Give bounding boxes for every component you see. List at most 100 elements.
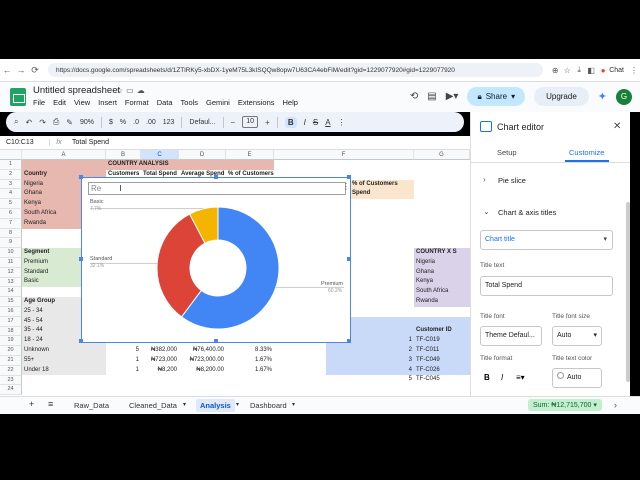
explore-icon[interactable]: ›: [614, 400, 617, 410]
text-color-button[interactable]: A: [325, 118, 330, 127]
undo-icon[interactable]: ↶: [25, 118, 32, 127]
col-header-c[interactable]: C: [141, 150, 179, 160]
star-icon[interactable]: ☆: [116, 86, 126, 95]
menu-view[interactable]: View: [74, 98, 90, 107]
italic-format-icon[interactable]: I: [501, 373, 503, 382]
sheet-tab-raw[interactable]: Raw_Data: [74, 401, 109, 410]
forward-icon[interactable]: →: [14, 65, 28, 75]
close-icon[interactable]: ✕: [613, 121, 621, 132]
row-header-1[interactable]: 1: [0, 160, 22, 170]
corner-cell[interactable]: [0, 150, 22, 160]
cell-a22[interactable]: 55+: [22, 356, 106, 366]
strikethrough-button[interactable]: S: [313, 118, 318, 127]
bold-button[interactable]: B: [284, 116, 297, 128]
cell-c23[interactable]: ₦8,200: [141, 366, 179, 376]
menu-icon[interactable]: ⋮: [628, 66, 640, 75]
cell-f21[interactable]: 2: [326, 346, 414, 356]
sheet-tab-cleaned[interactable]: Cleaned_Data: [129, 401, 177, 410]
share-button[interactable]: 🔒︎ Share ▾: [467, 87, 526, 106]
col-header-f[interactable]: F: [274, 150, 414, 160]
url-bar[interactable]: https://docs.google.com/spreadsheets/d/1…: [48, 63, 544, 77]
row-header-13[interactable]: 13: [0, 277, 22, 288]
col-header-a[interactable]: A: [22, 150, 106, 160]
cell-e23[interactable]: 1.67%: [226, 366, 274, 376]
move-icon[interactable]: ▭: [126, 86, 137, 95]
menu-tools[interactable]: Tools: [181, 98, 199, 107]
name-box[interactable]: C10:C13: [0, 139, 50, 146]
increase-decimal-button[interactable]: .00: [146, 119, 156, 126]
number-format-button[interactable]: 123: [163, 119, 175, 126]
title-font-select[interactable]: Theme Defaul...: [480, 326, 542, 346]
row-header-15[interactable]: 15: [0, 297, 22, 307]
cell-b21[interactable]: 5: [106, 346, 141, 356]
resize-handle[interactable]: [347, 257, 351, 261]
currency-button[interactable]: $: [109, 119, 113, 126]
bookmark-icon[interactable]: ☆: [561, 66, 573, 75]
col-header-e[interactable]: E: [226, 150, 274, 160]
cell-g11[interactable]: Nigeria: [414, 258, 470, 268]
search-icon[interactable]: ⌕: [14, 117, 18, 127]
chart-title-input[interactable]: Re I: [88, 182, 346, 195]
pie-slice-section[interactable]: › Pie slice: [471, 170, 630, 192]
cell-g21[interactable]: TF-C011: [414, 346, 470, 356]
resize-handle[interactable]: [214, 339, 218, 343]
row-header-23[interactable]: 23: [0, 375, 22, 386]
tab-customize[interactable]: Customize: [569, 148, 604, 157]
sum-chip[interactable]: Sum: ₦12,715,700 ▾: [528, 399, 602, 411]
row-header-5[interactable]: 5: [0, 199, 22, 209]
row-header-8[interactable]: 8: [0, 228, 22, 239]
meet-icon[interactable]: ▶▾: [446, 91, 459, 102]
panel-scrollbar[interactable]: [626, 202, 630, 382]
row-header-21[interactable]: 21: [0, 356, 22, 366]
sheets-logo-icon[interactable]: [10, 88, 26, 106]
cell-d23[interactable]: ₦8,200.00: [179, 366, 226, 376]
cell-a21[interactable]: Unknown: [22, 346, 106, 356]
chart-container[interactable]: Re I Basic 7.7% Standard 32.1% Premium 60…: [79, 175, 352, 344]
menu-gemini[interactable]: Gemini: [206, 98, 230, 107]
row-header-19[interactable]: 19: [0, 336, 22, 347]
cell-a23[interactable]: Under 18: [22, 366, 106, 376]
tab-setup[interactable]: Setup: [497, 148, 517, 157]
chevron-down-icon[interactable]: ▾: [183, 401, 186, 408]
row-header-9[interactable]: 9: [0, 238, 22, 249]
resize-handle[interactable]: [79, 175, 83, 179]
sheet-tab-dashboard[interactable]: Dashboard: [250, 401, 287, 410]
col-header-b[interactable]: B: [106, 150, 141, 160]
menu-edit[interactable]: Edit: [53, 98, 66, 107]
cell-c21[interactable]: ₦382,000: [141, 346, 179, 356]
font-size-decrease[interactable]: −: [231, 118, 236, 127]
cell-c22[interactable]: ₦723,000: [141, 356, 179, 366]
redo-icon[interactable]: ↷: [39, 118, 46, 127]
font-size-increase[interactable]: +: [265, 118, 270, 127]
row-header-14[interactable]: 14: [0, 287, 22, 298]
cell-g22[interactable]: TF-C049: [414, 356, 470, 366]
row-header-6[interactable]: 6: [0, 209, 22, 219]
menu-file[interactable]: File: [33, 98, 45, 107]
row-header-2[interactable]: 2: [0, 169, 22, 180]
percent-button[interactable]: %: [120, 119, 126, 126]
cell-f22[interactable]: 3: [326, 356, 414, 366]
cell-g24[interactable]: TF-C045: [414, 375, 470, 385]
cell-f2[interactable]: % of Customers: [350, 180, 414, 190]
cell-g10[interactable]: COUNTRY X S: [414, 248, 470, 258]
font-select[interactable]: Defaul...: [189, 119, 215, 126]
menu-format[interactable]: Format: [125, 98, 149, 107]
cell-e21[interactable]: 8.33%: [226, 346, 274, 356]
title-size-select[interactable]: Auto ▾: [552, 326, 602, 346]
resize-handle[interactable]: [79, 339, 83, 343]
cell-f23[interactable]: 4: [326, 366, 414, 376]
formula-input[interactable]: Total Spend: [68, 139, 109, 146]
title-text-input[interactable]: Total Spend: [480, 276, 613, 296]
resize-handle[interactable]: [79, 257, 83, 261]
cell-g23[interactable]: TF-C026: [414, 366, 470, 376]
cell-b23[interactable]: 1: [106, 366, 141, 376]
row-header-3[interactable]: 3: [0, 179, 22, 190]
cell-g20[interactable]: TF-C019: [414, 336, 470, 346]
back-icon[interactable]: ←: [0, 65, 14, 75]
doc-title[interactable]: Untitled spreadsheet: [33, 85, 120, 96]
row-header-7[interactable]: 7: [0, 218, 22, 229]
donut-chart[interactable]: [82, 178, 352, 344]
cell-g14[interactable]: South Africa: [414, 287, 470, 297]
avatar[interactable]: G: [616, 88, 632, 105]
extensions-icon[interactable]: ◧: [585, 66, 597, 75]
